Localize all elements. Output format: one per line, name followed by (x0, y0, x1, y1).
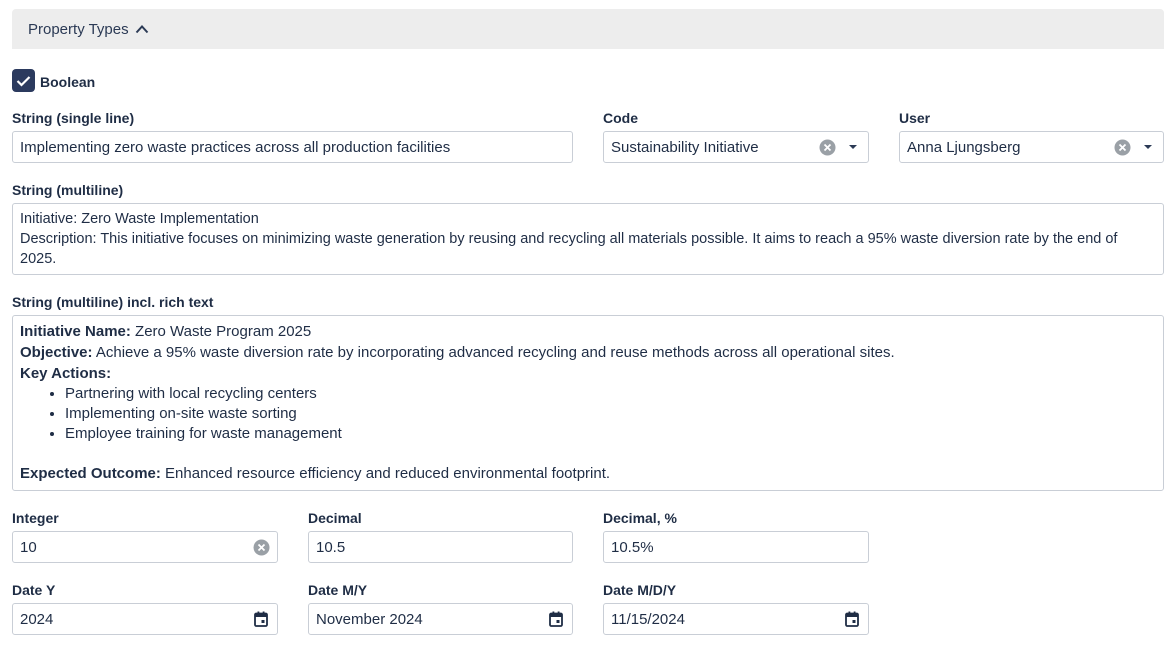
integer-value: 10 (20, 538, 37, 556)
rich-actions-label: Key Actions: (20, 365, 112, 382)
caret-down-icon[interactable] (848, 144, 858, 150)
property-types-header[interactable]: Property Types (12, 9, 1164, 49)
date-mdy-value: 11/15/2024 (611, 610, 685, 628)
string-single-value: Implementing zero waste practices across… (20, 138, 451, 156)
string-multi-line: Initiative: Zero Waste Implementation (20, 211, 259, 227)
code-value: Sustainability Initiative (611, 138, 759, 156)
check-icon (16, 75, 31, 87)
section-title: Property Types (28, 20, 129, 38)
rich-initiative-name: Initiative Name: Zero Waste Program 2025 (20, 321, 1156, 342)
decimal-pct-value: 10.5% (611, 538, 654, 556)
date-y-value: 2024 (20, 610, 54, 628)
user-value: Anna Ljungsberg (907, 138, 1021, 156)
rich-objective-label: Objective: (20, 344, 93, 361)
caret-down-icon[interactable] (1143, 144, 1153, 150)
rich-outcome-label: Expected Outcome: (20, 465, 161, 482)
date-my-label: Date M/Y (308, 582, 368, 598)
rich-key-actions: Key Actions: (20, 363, 1156, 384)
date-mdy-input[interactable]: 11/15/2024 (603, 603, 869, 635)
boolean-label: Boolean (40, 74, 96, 90)
integer-input[interactable]: 10 (12, 531, 278, 563)
calendar-icon[interactable] (548, 611, 564, 627)
date-y-label: Date Y (12, 582, 56, 598)
integer-label: Integer (12, 510, 59, 526)
clear-circle-icon[interactable] (818, 139, 836, 156)
code-label: Code (603, 110, 638, 126)
rich-outcome: Expected Outcome: Enhanced resource effi… (20, 463, 1156, 484)
boolean-checkbox[interactable] (12, 69, 35, 92)
string-multi-line: Description: This initiative focuses on … (20, 231, 1118, 267)
chevron-up-icon (135, 24, 149, 34)
clear-circle-icon[interactable] (252, 539, 270, 556)
string-multi-textarea[interactable]: Initiative: Zero Waste Implementation De… (12, 203, 1164, 275)
code-select[interactable]: Sustainability Initiative (603, 131, 869, 163)
user-label: User (899, 110, 931, 126)
date-my-input[interactable]: November 2024 (308, 603, 573, 635)
date-my-value: November 2024 (316, 610, 423, 628)
list-item: Partnering with local recycling centers (65, 384, 1156, 404)
decimal-pct-input[interactable]: 10.5% (603, 531, 869, 563)
rich-objective: Objective: Achieve a 95% waste diversion… (20, 342, 1156, 363)
decimal-label: Decimal (308, 510, 362, 526)
decimal-input[interactable]: 10.5 (308, 531, 573, 563)
rich-text-editor[interactable]: Initiative Name: Zero Waste Program 2025… (12, 315, 1164, 491)
decimal-value: 10.5 (316, 538, 346, 556)
list-item: Employee training for waste management (65, 424, 1156, 444)
string-single-label: String (single line) (12, 110, 135, 126)
rich-name-label: Initiative Name: (20, 323, 131, 340)
rich-outcome-value: Enhanced resource efficiency and reduced… (160, 465, 611, 482)
string-multi-label: String (multiline) (12, 182, 124, 198)
calendar-icon[interactable] (844, 611, 860, 627)
user-select[interactable]: Anna Ljungsberg (899, 131, 1164, 163)
rich-objective-value: Achieve a 95% waste diversion rate by in… (92, 344, 895, 361)
string-single-input[interactable]: Implementing zero waste practices across… (12, 131, 573, 163)
rich-text-label: String (multiline) incl. rich text (12, 294, 214, 310)
rich-name-value: Zero Waste Program 2025 (130, 323, 312, 340)
calendar-icon[interactable] (253, 611, 269, 627)
clear-circle-icon[interactable] (1113, 139, 1131, 156)
date-mdy-label: Date M/D/Y (603, 582, 677, 598)
list-item: Implementing on-site waste sorting (65, 404, 1156, 424)
rich-actions-list: Partnering with local recycling centers … (20, 384, 1156, 444)
decimal-pct-label: Decimal, % (603, 510, 677, 526)
date-y-input[interactable]: 2024 (12, 603, 278, 635)
